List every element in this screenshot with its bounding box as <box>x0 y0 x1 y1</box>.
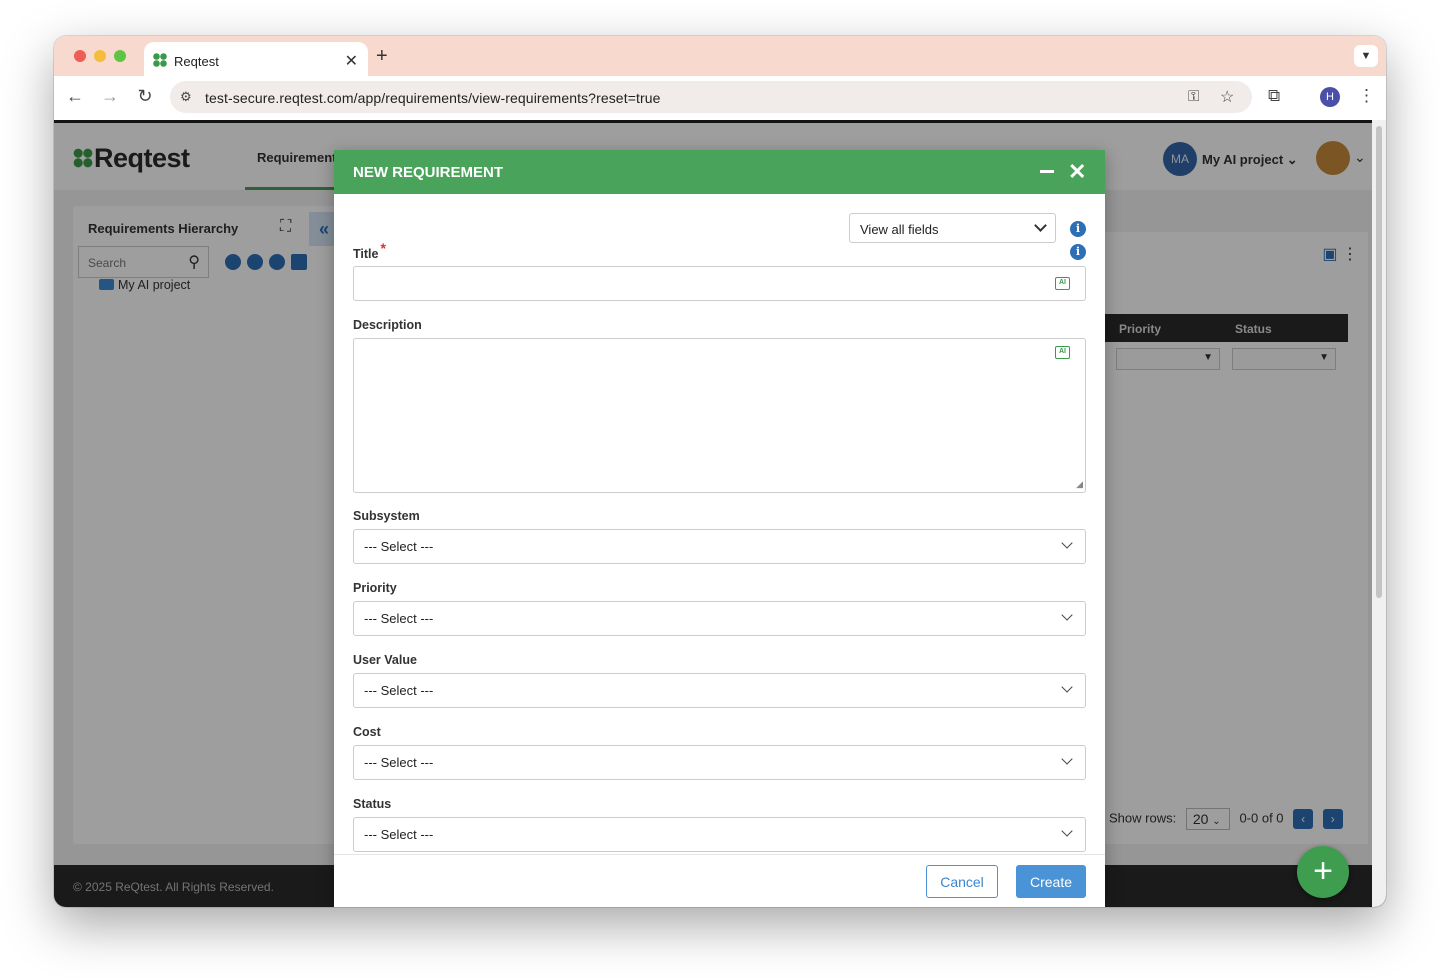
app-page: Reqtest Requirements MA My AI project ⌄ … <box>54 120 1386 907</box>
title-label: Title * <box>353 240 386 261</box>
chevron-down-icon <box>1061 681 1073 693</box>
maximize-window-button[interactable] <box>114 50 126 62</box>
view-info-icon[interactable]: i <box>1070 221 1086 237</box>
browser-tab[interactable]: Reqtest ✕ <box>144 42 368 76</box>
forward-arrow-icon[interactable]: → <box>99 86 121 107</box>
status-select[interactable]: --- Select --- <box>353 817 1086 852</box>
priority-value: --- Select --- <box>364 611 434 626</box>
chevron-down-icon <box>1061 825 1073 837</box>
chevron-down-icon <box>1034 219 1047 232</box>
status-value: --- Select --- <box>364 827 434 842</box>
close-window-button[interactable] <box>74 50 86 62</box>
chevron-down-icon <box>1061 609 1073 621</box>
new-tab-icon[interactable]: + <box>376 45 388 68</box>
site-settings-icon[interactable]: ⚙ <box>180 89 192 105</box>
subsystem-label: Subsystem <box>353 509 420 523</box>
page-scrollbar[interactable] <box>1372 120 1386 907</box>
new-requirement-modal: NEW REQUIREMENT ✕ View all fields i i Ti… <box>334 150 1105 907</box>
chevron-down-icon <box>1061 753 1073 765</box>
subsystem-select[interactable]: --- Select --- <box>353 529 1086 564</box>
chevron-down-icon <box>1061 537 1073 549</box>
back-arrow-icon[interactable]: ← <box>64 86 86 107</box>
modal-footer: Cancel Create <box>334 854 1105 907</box>
address-bar[interactable]: ⚙ test-secure.reqtest.com/app/requiremen… <box>170 81 1252 113</box>
browser-window: Reqtest ✕ + ▼ ← → ↻ ⚙ test-secure.reqtes… <box>54 36 1386 907</box>
bookmark-star-icon[interactable]: ☆ <box>1220 87 1234 107</box>
minimize-window-button[interactable] <box>94 50 106 62</box>
password-key-icon[interactable]: ⚿ <box>1188 88 1199 105</box>
extensions-puzzle-icon[interactable]: ⧉ <box>1268 86 1280 106</box>
resize-handle-icon[interactable]: ◢ <box>1076 479 1083 490</box>
browser-menu-icon[interactable]: ⋮ <box>1358 86 1375 106</box>
title-info-icon[interactable]: i <box>1070 244 1086 260</box>
modal-body: View all fields i i Title * AI Descriptio… <box>334 194 1105 854</box>
url-text: test-secure.reqtest.com/app/requirements… <box>205 90 661 106</box>
reload-icon[interactable]: ↻ <box>134 86 156 107</box>
user-value-label: User Value <box>353 653 417 667</box>
browser-toolbar: ← → ↻ ⚙ test-secure.reqtest.com/app/requ… <box>54 76 1386 120</box>
priority-select[interactable]: --- Select --- <box>353 601 1086 636</box>
close-modal-icon[interactable]: ✕ <box>1068 159 1086 185</box>
title-input[interactable]: AI <box>353 266 1086 301</box>
create-button[interactable]: Create <box>1016 865 1086 898</box>
modal-header: NEW REQUIREMENT ✕ <box>334 150 1105 194</box>
reqtest-favicon-icon <box>153 53 167 67</box>
tab-title: Reqtest <box>174 54 219 69</box>
user-value-value: --- Select --- <box>364 683 434 698</box>
cost-value: --- Select --- <box>364 755 434 770</box>
close-tab-icon[interactable]: ✕ <box>345 51 358 71</box>
description-textarea[interactable]: AI ◢ <box>353 338 1086 493</box>
minimize-modal-icon[interactable] <box>1040 170 1054 173</box>
add-requirement-fab[interactable]: + <box>1297 846 1349 898</box>
subsystem-value: --- Select --- <box>364 539 434 554</box>
required-asterisk: * <box>380 240 386 256</box>
view-fields-select[interactable]: View all fields <box>849 213 1056 243</box>
view-fields-value: View all fields <box>860 222 939 237</box>
ai-assist-icon[interactable]: AI <box>1055 277 1070 290</box>
user-value-select[interactable]: --- Select --- <box>353 673 1086 708</box>
scrollbar-thumb[interactable] <box>1376 126 1382 598</box>
description-label: Description <box>353 318 422 332</box>
tab-search-chevron-icon[interactable]: ▼ <box>1354 45 1378 67</box>
title-label-text: Title <box>353 247 379 261</box>
ai-assist-icon[interactable]: AI <box>1055 346 1070 359</box>
browser-tab-bar: Reqtest ✕ + ▼ <box>54 36 1386 76</box>
status-label: Status <box>353 797 392 811</box>
cost-select[interactable]: --- Select --- <box>353 745 1086 780</box>
profile-avatar[interactable]: H <box>1320 87 1340 107</box>
cancel-button[interactable]: Cancel <box>926 865 998 898</box>
priority-label: Priority <box>353 581 397 595</box>
cost-label: Cost <box>353 725 381 739</box>
modal-title: NEW REQUIREMENT <box>353 164 503 181</box>
